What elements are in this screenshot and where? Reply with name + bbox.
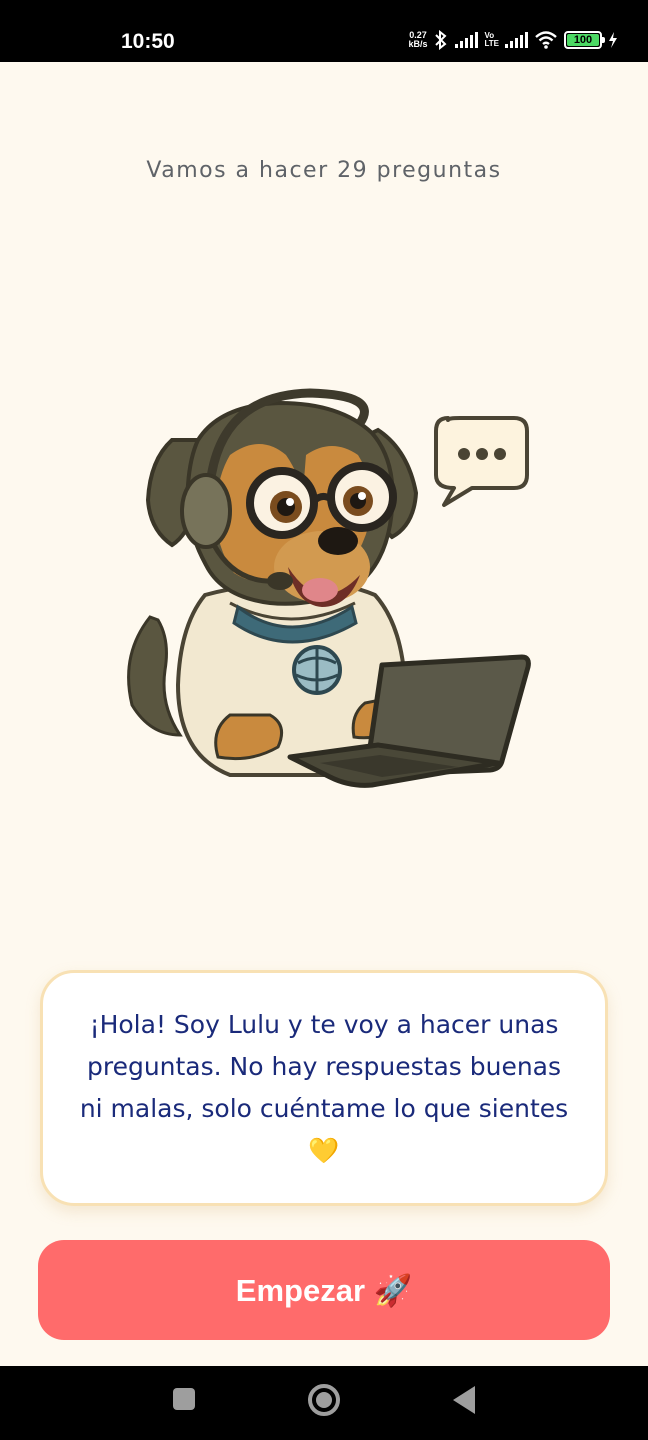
volte-bottom: LTE <box>484 39 499 48</box>
bluetooth-icon <box>435 30 447 50</box>
network-speed-unit: kB/s <box>408 39 428 49</box>
battery-icon: 100 <box>564 31 605 49</box>
greeting-message: ¡Hola! Soy Lulu y te voy a hacer unas pr… <box>79 1010 569 1165</box>
network-speed: 0.27 kB/s <box>408 31 427 49</box>
battery-level: 100 <box>567 34 599 46</box>
back-icon[interactable] <box>453 1386 475 1414</box>
speech-bubble-icon <box>434 416 529 507</box>
home-icon[interactable] <box>308 1384 340 1416</box>
status-time: 10:50 <box>121 30 175 53</box>
signal-icon <box>455 32 479 48</box>
volte-badge: Vo LTE <box>484 32 499 48</box>
status-bar: 10:50 0.27 kB/s Vo LTE 100 <box>0 0 648 62</box>
charging-icon <box>609 32 617 48</box>
wifi-icon <box>535 31 557 49</box>
greeting-card: ¡Hola! Soy Lulu y te voy a hacer unas pr… <box>40 970 608 1206</box>
start-button[interactable]: Empezar 🚀 <box>38 1240 610 1340</box>
status-icons: 0.27 kB/s Vo LTE 100 <box>408 30 618 50</box>
navigation-bar <box>0 1366 648 1440</box>
recent-apps-icon[interactable] <box>173 1388 195 1410</box>
question-count-subtitle: Vamos a hacer 29 preguntas <box>146 158 502 183</box>
signal-icon-2 <box>505 32 528 48</box>
dog-mascot-illustration <box>127 388 531 788</box>
